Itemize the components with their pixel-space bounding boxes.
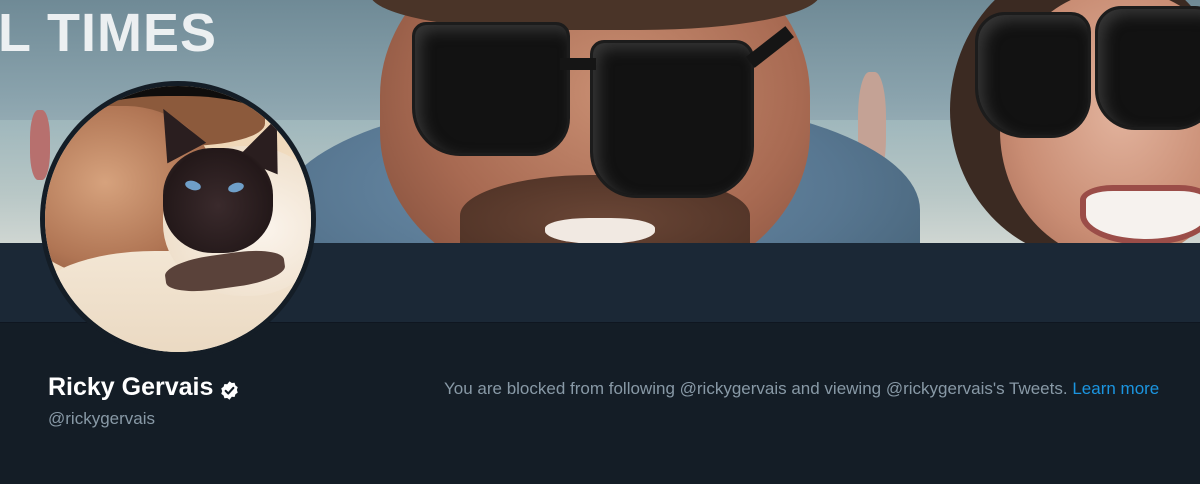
blocked-notice: You are blocked from following @rickyger… [444, 376, 1184, 401]
sunglasses-lens [590, 40, 754, 198]
learn-more-link[interactable]: Learn more [1072, 379, 1159, 398]
profile-avatar[interactable] [40, 81, 316, 357]
verified-badge-icon [219, 378, 240, 400]
profile-handle[interactable]: @rickygervais [48, 408, 155, 430]
avatar-photo [45, 86, 311, 352]
sunglasses-lens [1095, 6, 1200, 130]
profile-name[interactable]: Ricky Gervais [48, 372, 213, 402]
banner-person-mouth [545, 218, 655, 243]
sunglasses-lens [975, 12, 1091, 138]
sunglasses-lens [412, 22, 570, 156]
profile-name-container: Ricky Gervais [48, 372, 240, 402]
blocked-message: You are blocked from following @rickyger… [444, 379, 1068, 398]
banner-person-smile [1080, 185, 1200, 243]
avatar-cat-face [163, 148, 273, 253]
sunglasses-bridge [560, 58, 596, 70]
banner-text: L TIMES [0, 3, 218, 63]
